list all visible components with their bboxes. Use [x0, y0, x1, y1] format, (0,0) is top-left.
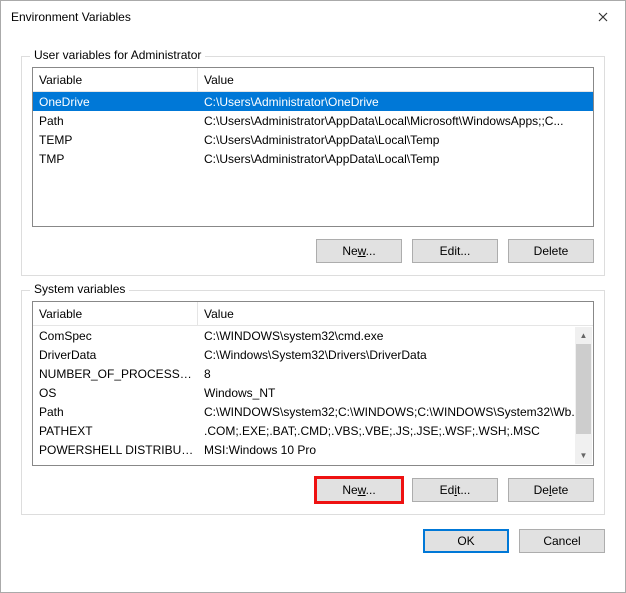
- user-variables-group: User variables for Administrator Variabl…: [21, 56, 605, 276]
- cancel-button[interactable]: Cancel: [519, 529, 605, 553]
- cell-value: C:\WINDOWS\system32\cmd.exe: [198, 329, 593, 343]
- cell-value: C:\Windows\System32\Drivers\DriverData: [198, 348, 593, 362]
- table-row[interactable]: TMPC:\Users\Administrator\AppData\Local\…: [33, 149, 593, 168]
- sys-group-label: System variables: [30, 282, 129, 296]
- table-row[interactable]: OneDriveC:\Users\Administrator\OneDrive: [33, 92, 593, 111]
- close-icon: [598, 12, 608, 22]
- table-row[interactable]: PATHEXT.COM;.EXE;.BAT;.CMD;.VBS;.VBE;.JS…: [33, 421, 593, 440]
- cell-value: C:\Users\Administrator\AppData\Local\Mic…: [198, 114, 593, 128]
- cell-variable: OS: [33, 386, 198, 400]
- user-button-row: New... Edit... Delete: [32, 239, 594, 263]
- system-variables-list[interactable]: Variable Value ComSpecC:\WINDOWS\system3…: [32, 301, 594, 466]
- user-variables-list[interactable]: Variable Value OneDriveC:\Users\Administ…: [32, 67, 594, 227]
- system-variables-group: System variables Variable Value ComSpecC…: [21, 290, 605, 515]
- env-vars-dialog: Environment Variables User variables for…: [0, 0, 626, 593]
- user-group-label: User variables for Administrator: [30, 48, 205, 62]
- sys-rows: ComSpecC:\WINDOWS\system32\cmd.exeDriver…: [33, 326, 593, 465]
- table-row[interactable]: TEMPC:\Users\Administrator\AppData\Local…: [33, 130, 593, 149]
- user-rows: OneDriveC:\Users\Administrator\OneDriveP…: [33, 92, 593, 226]
- scroll-up-icon[interactable]: ▲: [575, 327, 592, 344]
- sys-delete-button[interactable]: Delete: [508, 478, 594, 502]
- sys-button-row: New... Edit... Delete: [32, 478, 594, 502]
- cell-value: C:\Users\Administrator\AppData\Local\Tem…: [198, 152, 593, 166]
- header-value[interactable]: Value: [198, 68, 593, 91]
- sys-list-headers: Variable Value: [33, 302, 593, 326]
- cell-value: C:\WINDOWS\system32;C:\WINDOWS;C:\WINDOW…: [198, 405, 593, 419]
- cell-value: 8: [198, 367, 593, 381]
- table-row[interactable]: DriverDataC:\Windows\System32\Drivers\Dr…: [33, 345, 593, 364]
- scroll-thumb[interactable]: [576, 344, 591, 434]
- header-variable[interactable]: Variable: [33, 302, 198, 325]
- cell-variable: Path: [33, 405, 198, 419]
- table-row[interactable]: PathC:\WINDOWS\system32;C:\WINDOWS;C:\WI…: [33, 402, 593, 421]
- cell-variable: PATHEXT: [33, 424, 198, 438]
- dialog-body: User variables for Administrator Variabl…: [1, 32, 625, 592]
- table-row[interactable]: ComSpecC:\WINDOWS\system32\cmd.exe: [33, 326, 593, 345]
- sys-edit-button[interactable]: Edit...: [412, 478, 498, 502]
- scroll-track[interactable]: [575, 434, 592, 447]
- sys-new-button[interactable]: New...: [316, 478, 402, 502]
- cell-value: C:\Users\Administrator\OneDrive: [198, 95, 593, 109]
- cell-variable: DriverData: [33, 348, 198, 362]
- cell-value: .COM;.EXE;.BAT;.CMD;.VBS;.VBE;.JS;.JSE;.…: [198, 424, 593, 438]
- table-row[interactable]: OSWindows_NT: [33, 383, 593, 402]
- cell-variable: TEMP: [33, 133, 198, 147]
- close-button[interactable]: [580, 1, 625, 32]
- scroll-down-icon[interactable]: ▼: [575, 447, 592, 464]
- titlebar: Environment Variables: [1, 1, 625, 32]
- ok-button[interactable]: OK: [423, 529, 509, 553]
- cell-value: MSI:Windows 10 Pro: [198, 443, 593, 457]
- user-edit-button[interactable]: Edit...: [412, 239, 498, 263]
- sys-scrollbar[interactable]: ▲ ▼: [575, 327, 592, 464]
- header-variable[interactable]: Variable: [33, 68, 198, 91]
- cell-value: C:\Users\Administrator\AppData\Local\Tem…: [198, 133, 593, 147]
- table-row[interactable]: NUMBER_OF_PROCESSORS8: [33, 364, 593, 383]
- cell-variable: NUMBER_OF_PROCESSORS: [33, 367, 198, 381]
- table-row[interactable]: POWERSHELL DISTRIBUTIO...MSI:Windows 10 …: [33, 440, 593, 459]
- header-value[interactable]: Value: [198, 302, 593, 325]
- cell-variable: OneDrive: [33, 95, 198, 109]
- user-delete-button[interactable]: Delete: [508, 239, 594, 263]
- title-text: Environment Variables: [11, 10, 131, 24]
- cell-value: Windows_NT: [198, 386, 593, 400]
- cell-variable: TMP: [33, 152, 198, 166]
- cell-variable: Path: [33, 114, 198, 128]
- user-new-button[interactable]: New...: [316, 239, 402, 263]
- user-list-headers: Variable Value: [33, 68, 593, 92]
- cell-variable: POWERSHELL DISTRIBUTIO...: [33, 443, 198, 457]
- footer-buttons: OK Cancel: [21, 529, 605, 553]
- cell-variable: ComSpec: [33, 329, 198, 343]
- table-row[interactable]: PathC:\Users\Administrator\AppData\Local…: [33, 111, 593, 130]
